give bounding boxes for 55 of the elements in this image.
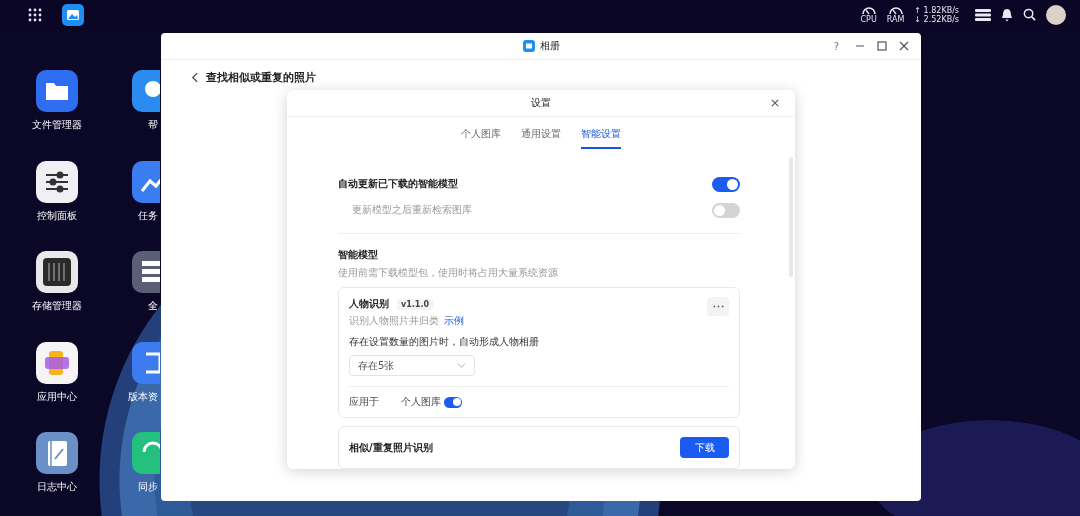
back-icon[interactable] bbox=[191, 72, 198, 83]
option-label: 存在设置数量的图片时，自动形成人物相册 bbox=[349, 335, 540, 349]
app-label: 同步 bbox=[138, 480, 159, 495]
app-label: 帮 bbox=[148, 118, 159, 132]
version-tag: v1.1.0 bbox=[397, 298, 433, 310]
tab[interactable]: 通用设置 bbox=[521, 125, 561, 149]
folder-app-icon[interactable] bbox=[35, 70, 78, 112]
server-icon[interactable] bbox=[975, 8, 991, 21]
app-label: 全 bbox=[148, 299, 159, 314]
app-label: 控制面板 bbox=[36, 208, 77, 223]
app-grid-icon[interactable] bbox=[28, 7, 42, 22]
search-icon[interactable] bbox=[1023, 8, 1036, 21]
storage-app-icon[interactable] bbox=[35, 251, 78, 294]
app-label: 文件管理器 bbox=[31, 118, 82, 132]
window-title: 相册 bbox=[539, 39, 560, 53]
download-button[interactable]: 下载 bbox=[680, 437, 729, 458]
app-label: 应用中心 bbox=[36, 389, 77, 404]
log-app-icon[interactable] bbox=[35, 432, 78, 475]
help-button[interactable]: ? bbox=[833, 40, 839, 52]
gauge-icon bbox=[860, 5, 877, 15]
toggle-switch[interactable] bbox=[712, 176, 740, 192]
gauge-label: CPU bbox=[860, 15, 877, 24]
page-title: 查找相似或重复的照片 bbox=[206, 70, 316, 85]
setting-label: 自动更新已下载的智能模型 bbox=[338, 177, 458, 191]
model-name: 人物识别 bbox=[349, 297, 389, 311]
more-icon bbox=[712, 305, 724, 308]
close-icon[interactable] bbox=[899, 41, 909, 51]
chevron-down-icon bbox=[457, 363, 466, 368]
app-label: 任务 bbox=[138, 208, 159, 223]
gauge-label: RAM bbox=[886, 15, 905, 24]
model-name: 相似/重复照片识别 bbox=[349, 440, 433, 455]
gauge-icon bbox=[887, 5, 904, 15]
tab[interactable]: 个人图库 bbox=[461, 125, 501, 149]
bell-icon[interactable] bbox=[1001, 7, 1013, 22]
example-link[interactable]: 示例 bbox=[444, 314, 464, 328]
count-select[interactable]: 存在5张 bbox=[349, 355, 475, 376]
model-description: 识别人物照片并归类 bbox=[349, 314, 439, 328]
apply-target-label: 个人图库 bbox=[401, 395, 441, 409]
app-label: 版本资 bbox=[128, 389, 159, 404]
app-label: 日志中心 bbox=[36, 480, 77, 495]
setting-label: 更新模型之后重新检索图库 bbox=[351, 203, 472, 217]
maximize-icon[interactable] bbox=[877, 41, 887, 51]
close-icon[interactable] bbox=[771, 99, 779, 107]
upload-speed: ↑ 1.82KB/s bbox=[914, 5, 959, 15]
toggle-switch[interactable] bbox=[444, 396, 462, 408]
apply-label: 应用于 bbox=[349, 395, 380, 409]
app-label: 存储管理器 bbox=[31, 299, 82, 314]
download-speed: ↓ 2.52KB/s bbox=[914, 14, 959, 24]
photo-app-icon[interactable] bbox=[62, 3, 84, 26]
photo-app-icon bbox=[522, 40, 535, 52]
avatar[interactable] bbox=[1046, 4, 1066, 25]
section-description: 使用前需下载模型包，使用时将占用大量系统资源 bbox=[338, 266, 559, 280]
dialog-title: 设置 bbox=[531, 96, 551, 110]
section-title: 智能模型 bbox=[338, 248, 379, 262]
tab[interactable]: 智能设置 bbox=[581, 125, 621, 149]
